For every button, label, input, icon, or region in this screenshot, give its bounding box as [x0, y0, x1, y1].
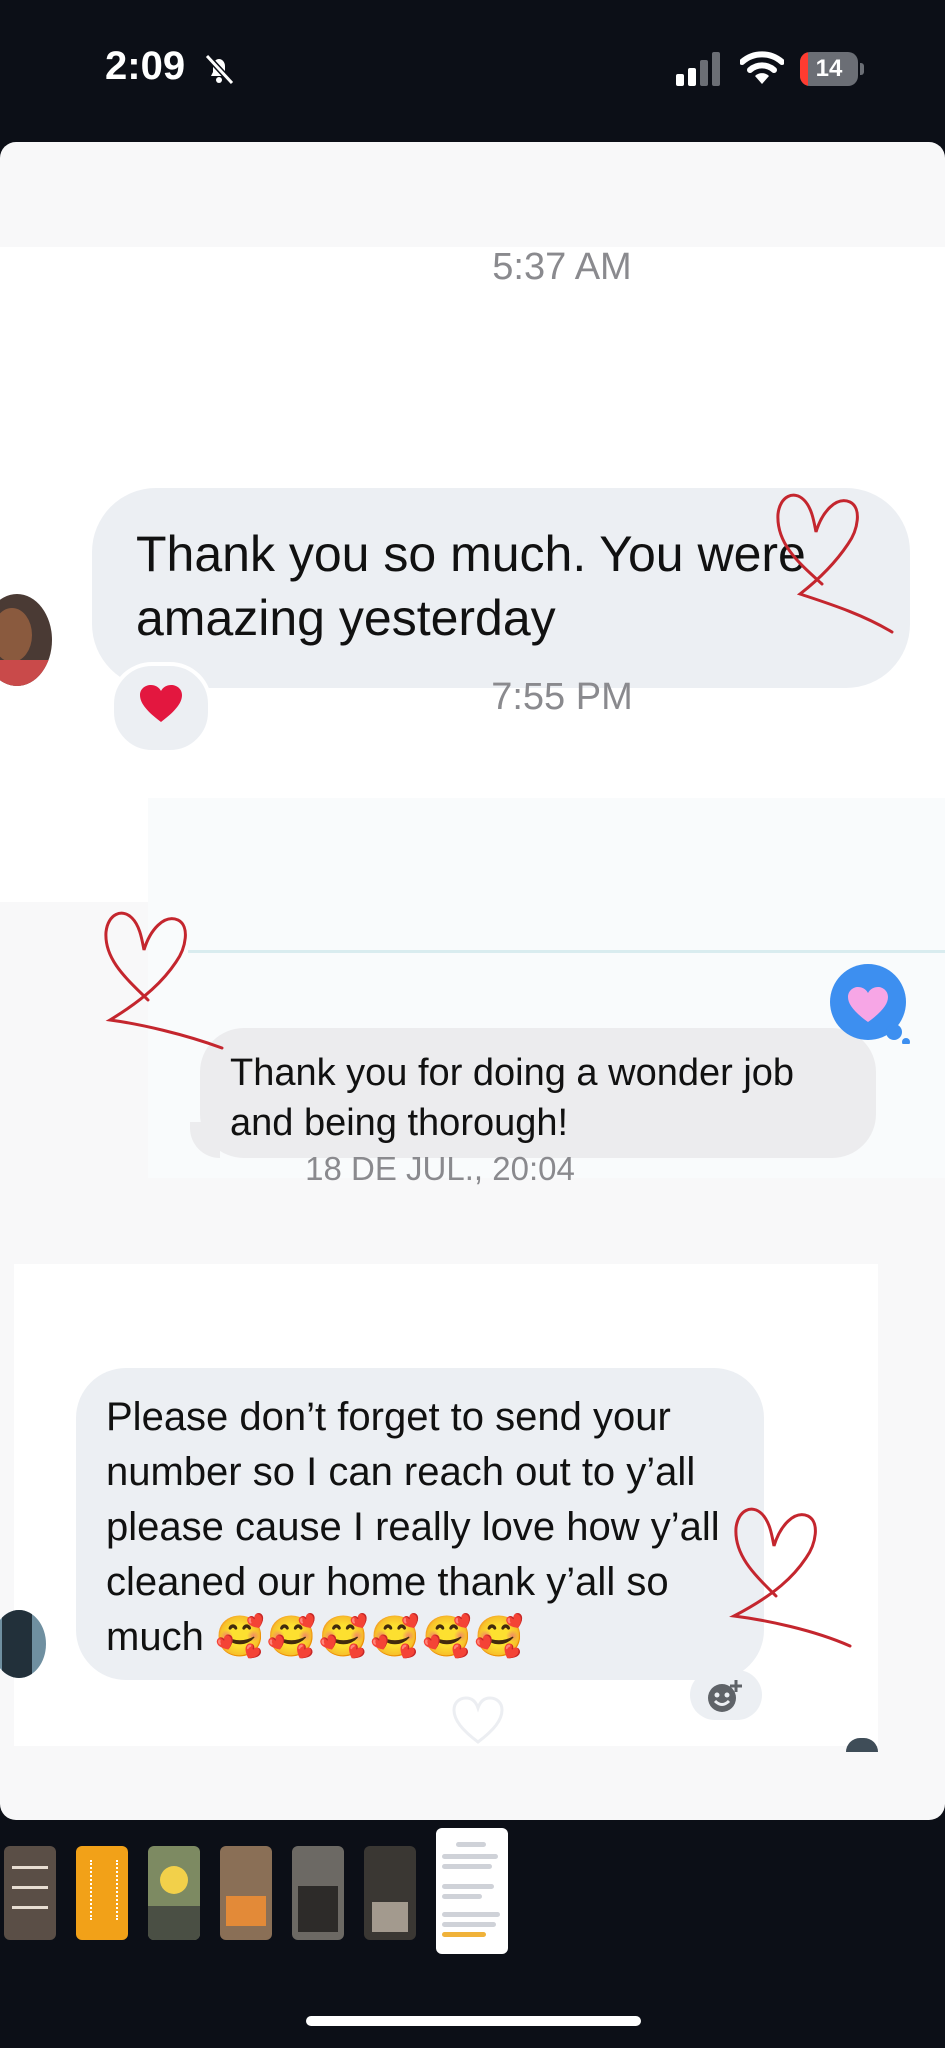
panel-divider-line: [188, 950, 945, 953]
faint-heart-icon: [452, 1696, 504, 1744]
story-thumbnail-strip: [0, 1828, 945, 1960]
status-bar: 2:09 14: [0, 0, 945, 140]
story-thumbnail[interactable]: [76, 1846, 128, 1940]
home-indicator[interactable]: [306, 2016, 641, 2026]
battery-level: 14: [815, 55, 843, 82]
story-thumbnail[interactable]: [4, 1846, 56, 1940]
doodle-heart-icon: [104, 911, 224, 1050]
doodle-heart-icon: [729, 1507, 852, 1648]
wifi-icon: [739, 50, 785, 91]
add-reaction-icon[interactable]: [690, 1670, 762, 1720]
doodle-heart-icon: [776, 493, 894, 634]
cellular-signal-icon: [676, 52, 724, 91]
red-heart-icon[interactable]: [110, 662, 212, 754]
pink-heart-icon[interactable]: [828, 964, 912, 1046]
battery-indicator: 14: [800, 52, 864, 86]
timestamp-1: 5:37 AM: [492, 246, 632, 288]
message-bubble-3[interactable]: Please don’t forget to send your number …: [76, 1368, 764, 1680]
timestamp-3: 18 DE JUL., 20:04: [305, 1150, 575, 1187]
timestamp-2: 7:55 PM: [491, 676, 633, 718]
story-thumbnail-active[interactable]: [436, 1828, 508, 1954]
status-time: 2:09: [105, 44, 186, 88]
silent-bell-icon: [202, 52, 236, 91]
message-bubble-2[interactable]: Thank you for doing a wonder job and bei…: [200, 1028, 876, 1158]
smiling-face-with-hearts-emoji: 🥰🥰🥰🥰🥰🥰: [214, 1615, 526, 1659]
story-thumbnail[interactable]: [220, 1846, 272, 1940]
story-canvas: 5:37 AM Thank you so much. You were amaz…: [0, 142, 945, 1820]
story-thumbnail[interactable]: [148, 1846, 200, 1940]
story-thumbnail[interactable]: [292, 1846, 344, 1940]
story-thumbnail[interactable]: [364, 1846, 416, 1940]
